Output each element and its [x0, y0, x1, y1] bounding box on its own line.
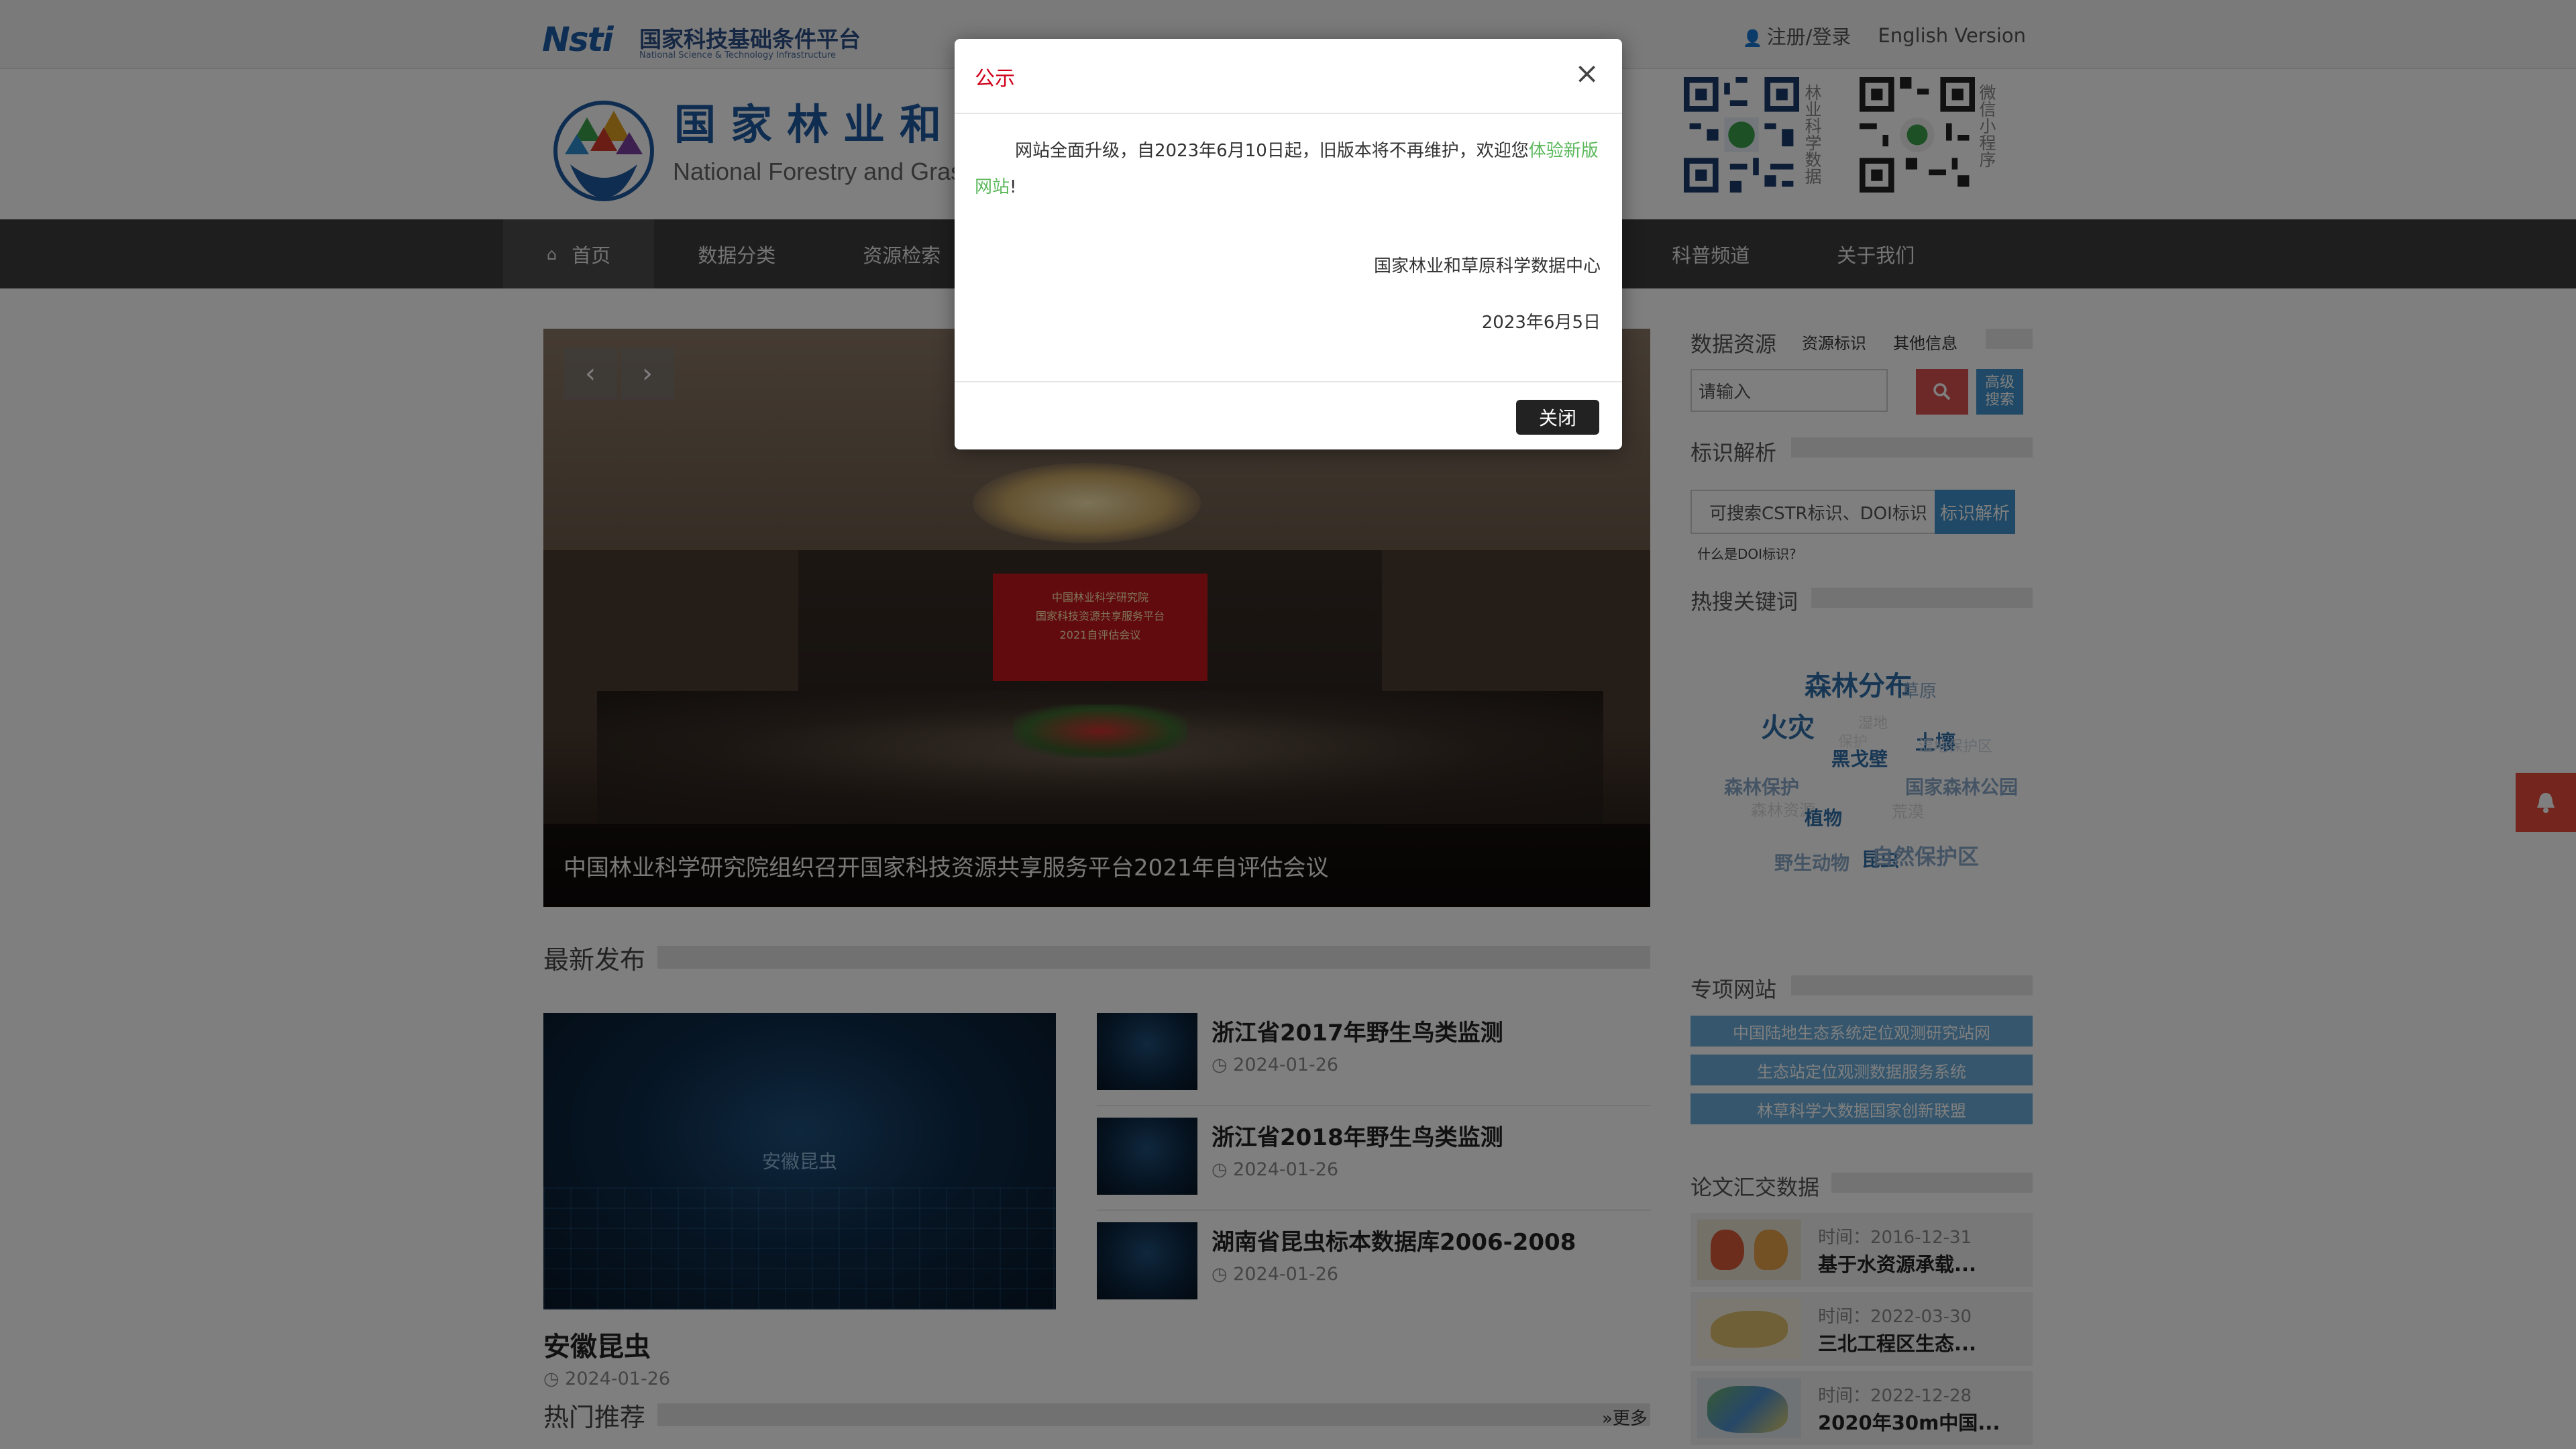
modal-close-button[interactable]: 关闭: [1516, 400, 1599, 435]
modal-header-divider: [955, 113, 1622, 114]
modal-footer-divider: [955, 381, 1622, 382]
modal-close-icon[interactable]: ×: [1574, 59, 1599, 89]
modal-title: 公示: [975, 67, 1015, 91]
modal-date: 2023年6月5日: [1481, 313, 1601, 333]
modal-body-suffix: !: [1010, 177, 1017, 197]
modal-body: 网站全面升级，自2023年6月10日起，旧版本将不再维护，欢迎您体验新版网站!: [975, 133, 1602, 205]
modal-body-text: 网站全面升级，自2023年6月10日起，旧版本将不再维护，欢迎您: [1015, 141, 1529, 161]
modal-organization: 国家林业和草原科学数据中心: [1373, 256, 1601, 276]
notice-modal: 公示 × 网站全面升级，自2023年6月10日起，旧版本将不再维护，欢迎您体验新…: [955, 39, 1622, 449]
